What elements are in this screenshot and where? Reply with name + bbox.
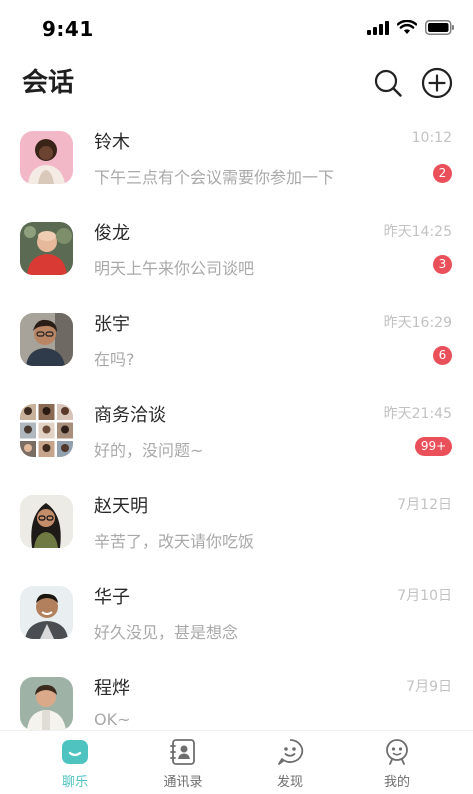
- conversation-name: 华子: [94, 587, 130, 608]
- conversation-item[interactable]: 俊龙 昨天14:25 明天上午来你公司谈吧 3: [0, 203, 473, 294]
- conversation-preview: 在吗?: [94, 350, 135, 369]
- conversation-time: 7月9日: [406, 679, 452, 695]
- conversation-item[interactable]: 商务洽谈 昨天21:45 好的，没问题~ 99+: [0, 385, 473, 476]
- tab-contacts[interactable]: 通讯录: [143, 731, 223, 794]
- add-button[interactable]: [420, 66, 454, 100]
- unread-badge: 6: [433, 346, 452, 365]
- battery-icon: [425, 20, 455, 39]
- conversation-name: 商务洽谈: [94, 405, 166, 426]
- tab-chat[interactable]: 聊乐: [35, 731, 115, 794]
- unread-badge: 3: [433, 255, 452, 274]
- conversation-preview: OK~: [94, 710, 131, 729]
- conversation-item[interactable]: 铃木 10:12 下午三点有个会议需要你参加一下 2: [0, 112, 473, 203]
- conversation-preview: 下午三点有个会议需要你参加一下: [94, 168, 335, 187]
- conversation-time: 10:12: [411, 130, 452, 146]
- page-title: 会话: [22, 68, 75, 98]
- avatar: [20, 222, 73, 275]
- status-time: 9:41: [42, 17, 94, 41]
- tab-label: 通讯录: [163, 775, 203, 790]
- search-button[interactable]: [371, 66, 405, 100]
- conversation-time: 昨天16:29: [383, 315, 452, 331]
- tab-discover[interactable]: 发现: [250, 731, 330, 794]
- conversation-list[interactable]: 铃木 10:12 下午三点有个会议需要你参加一下 2 俊龙 昨天14:25 明天…: [0, 112, 473, 730]
- avatar: [20, 586, 73, 639]
- group-avatar: [20, 404, 73, 457]
- plus-circle-icon: [421, 67, 453, 99]
- avatar: [20, 495, 73, 548]
- unread-badge: 2: [433, 164, 452, 183]
- conversation-item[interactable]: 张宇 昨天16:29 在吗? 6: [0, 294, 473, 385]
- conversation-preview: 辛苦了，改天请你吃饭: [94, 532, 255, 551]
- cellular-signal-icon: [367, 20, 389, 39]
- tab-label: 聊乐: [61, 775, 88, 790]
- tab-label: 发现: [276, 775, 303, 790]
- tab-profile[interactable]: 我的: [357, 731, 437, 794]
- conversation-name: 程烨: [94, 678, 130, 699]
- profile-icon: [386, 739, 408, 765]
- conversation-item[interactable]: 程烨 7月9日 OK~: [0, 658, 473, 730]
- conversation-name: 张宇: [94, 314, 130, 335]
- conversation-time: 昨天21:45: [383, 406, 452, 422]
- avatar: [20, 313, 73, 366]
- chat-icon: [62, 740, 88, 764]
- conversation-preview: 好久没见，甚是想念: [94, 623, 239, 642]
- avatar: [20, 677, 73, 730]
- tab-label: 我的: [383, 775, 410, 790]
- search-icon: [374, 69, 402, 97]
- unread-badge: 99+: [415, 437, 452, 456]
- conversation-preview: 明天上午来你公司谈吧: [94, 259, 255, 278]
- wifi-icon: [396, 19, 418, 39]
- conversation-name: 铃木: [94, 132, 130, 153]
- conversation-name: 赵天明: [94, 496, 148, 517]
- discover-icon: [278, 739, 304, 765]
- conversation-time: 昨天14:25: [383, 224, 452, 240]
- header: 会话: [0, 60, 473, 110]
- tab-bar: 聊乐 通讯录 发现 我的: [0, 730, 473, 793]
- status-icons: [367, 19, 455, 39]
- conversation-item[interactable]: 赵天明 7月12日 辛苦了，改天请你吃饭: [0, 476, 473, 567]
- contacts-icon: [170, 739, 195, 765]
- status-bar: 9:41: [0, 0, 473, 60]
- conversation-item[interactable]: 华子 7月10日 好久没见，甚是想念: [0, 567, 473, 658]
- conversation-time: 7月12日: [397, 497, 452, 513]
- conversation-preview: 好的，没问题~: [94, 441, 204, 460]
- conversation-name: 俊龙: [94, 223, 130, 244]
- avatar: [20, 131, 73, 184]
- conversation-time: 7月10日: [397, 588, 452, 604]
